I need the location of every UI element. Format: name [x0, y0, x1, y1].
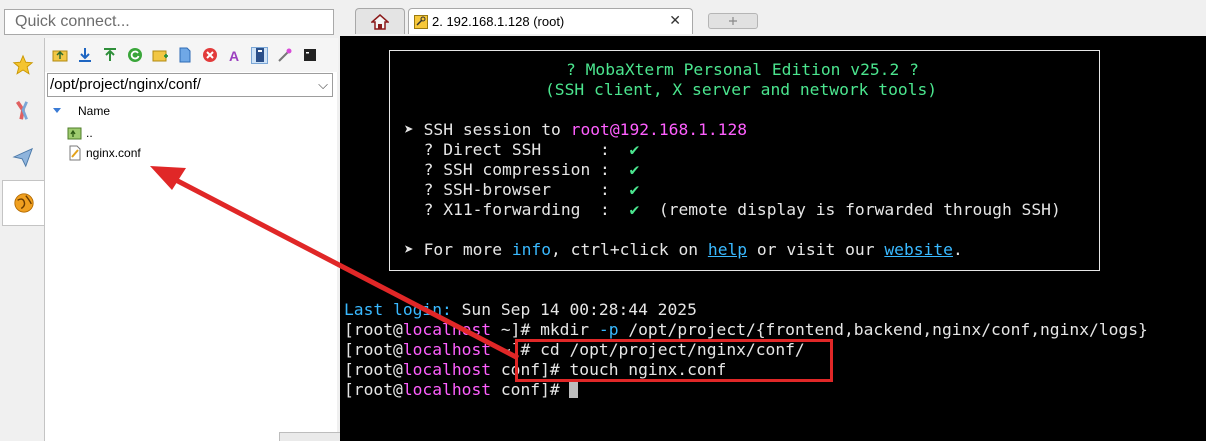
star-icon [12, 54, 34, 75]
delete-icon [202, 48, 217, 62]
download-icon [78, 48, 91, 62]
browser-toolbar: A [45, 38, 338, 72]
list-item-parent[interactable]: .. [67, 125, 93, 141]
parent-folder-icon [52, 50, 67, 62]
home-tab[interactable] [355, 8, 405, 34]
path-combobox[interactable]: /opt/project/nginx/conf/ ⌵ [47, 73, 333, 97]
side-tab-sftp[interactable] [2, 134, 44, 180]
wand-button[interactable] [276, 47, 293, 64]
feature-line: ? SSH-browser : ✔ [404, 180, 640, 199]
session-target: root@192.168.1.128 [570, 120, 748, 139]
ssh-key-icon [414, 14, 428, 29]
parent-folder-button[interactable] [51, 47, 68, 64]
globe-icon [14, 193, 34, 213]
new-file-icon [179, 47, 190, 63]
info-link[interactable]: info [512, 240, 551, 259]
list-item-label: .. [86, 126, 93, 140]
list-item-nginx-conf[interactable]: nginx.conf [67, 145, 141, 161]
feature-line: ? SSH compression : ✔ [404, 160, 640, 179]
parent-folder-icon [67, 127, 82, 140]
feature-line: ? Direct SSH : ✔ [404, 140, 640, 159]
wand-icon [277, 48, 291, 62]
banner-title: ? MobaXterm Personal Edition v25.2 ? [566, 60, 919, 79]
new-folder-icon [152, 50, 168, 62]
prompt-line: [root@localhost conf]# [344, 380, 579, 400]
follow-terminal-button[interactable] [251, 46, 268, 64]
plus-icon [729, 17, 737, 25]
session-tab-strip: 2. 192.168.1.128 (root) ✕ [340, 0, 1206, 36]
quick-connect-input[interactable]: Quick connect... [4, 9, 334, 35]
feature-line: ? X11-forwarding : ✔ (remote display is … [404, 200, 1061, 219]
upload-button[interactable] [101, 47, 118, 64]
text-file-icon [69, 145, 81, 161]
download-button[interactable] [76, 47, 93, 64]
side-tab-sessions[interactable] [2, 180, 45, 226]
side-tab-tools[interactable] [2, 88, 44, 134]
website-link[interactable]: website [884, 240, 953, 259]
terminal-icon [303, 49, 316, 61]
tools-icon [15, 100, 28, 120]
session-line: ➤ SSH session to root@192.168.1.128 [404, 120, 748, 139]
ssh-session-tab[interactable]: 2. 192.168.1.128 (root) ✕ [408, 8, 693, 34]
new-file-button[interactable] [176, 47, 193, 64]
rename-icon: A [229, 48, 239, 63]
upload-icon [103, 48, 116, 61]
refresh-button[interactable] [126, 47, 143, 64]
rename-button[interactable]: A [226, 47, 243, 64]
banner-subtitle: (SSH client, X server and network tools) [545, 80, 938, 99]
last-login-line: Last login: Sun Sep 14 00:28:44 2025 [344, 300, 697, 319]
prompt-line: [root@localhost ~]# mkdir -p /opt/projec… [344, 320, 1148, 339]
sftp-browser-panel: A /opt/project/nginx/conf/ ⌵ Name .. ngi… [44, 38, 338, 441]
name-column-header[interactable]: Name [53, 104, 110, 118]
close-icon[interactable]: ✕ [669, 12, 681, 29]
home-icon [371, 13, 389, 30]
name-column-label: Name [78, 104, 111, 118]
annotation-highlight-box [515, 339, 833, 382]
follow-terminal-icon [255, 48, 264, 62]
help-link[interactable]: help [708, 240, 747, 259]
delete-button[interactable] [201, 47, 218, 64]
path-value: /opt/project/nginx/conf/ [50, 76, 201, 93]
terminal-cursor [569, 381, 579, 398]
terminal-button[interactable] [301, 47, 318, 64]
refresh-icon [127, 48, 142, 62]
paper-plane-icon [12, 147, 33, 168]
list-item-label: nginx.conf [86, 146, 141, 160]
new-folder-button[interactable] [151, 47, 168, 64]
sort-arrow-icon [53, 108, 61, 113]
side-tab-bar [0, 38, 45, 441]
ssh-tab-label: 2. 192.168.1.128 (root) [432, 14, 565, 29]
side-tab-favorites[interactable] [2, 42, 44, 88]
new-tab-button[interactable] [708, 13, 758, 29]
svg-text:A: A [229, 48, 239, 63]
more-info-line: ➤ For more info, ctrl+click on help or v… [404, 240, 963, 259]
chevron-down-icon[interactable]: ⌵ [318, 74, 328, 96]
